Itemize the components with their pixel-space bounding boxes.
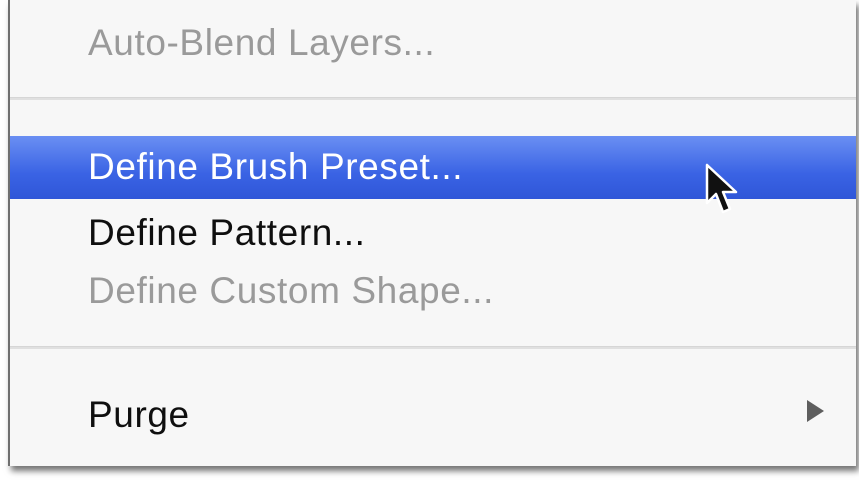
edit-menu-dropdown: Auto-Blend Layers... Define Brush Preset…	[8, 0, 856, 466]
menu-item-label: Auto-Blend Layers...	[88, 22, 436, 63]
menu-item-label: Define Custom Shape...	[88, 270, 495, 311]
screenshot-page: Auto-Blend Layers... Define Brush Preset…	[0, 0, 859, 480]
submenu-arrow-icon	[807, 400, 824, 422]
menu-item-label: Define Pattern...	[88, 212, 366, 253]
menu-item-label: Define Brush Preset...	[88, 146, 464, 187]
mouse-pointer-icon	[705, 163, 738, 214]
menu-separator	[10, 97, 856, 100]
menu-item-label: Purge	[88, 394, 190, 435]
menu-separator	[10, 346, 856, 349]
menu-item-purge[interactable]: Purge	[10, 386, 856, 442]
menu-item-define-custom-shape[interactable]: Define Custom Shape...	[10, 260, 856, 316]
menu-item-auto-blend-layers[interactable]: Auto-Blend Layers...	[10, 18, 856, 68]
